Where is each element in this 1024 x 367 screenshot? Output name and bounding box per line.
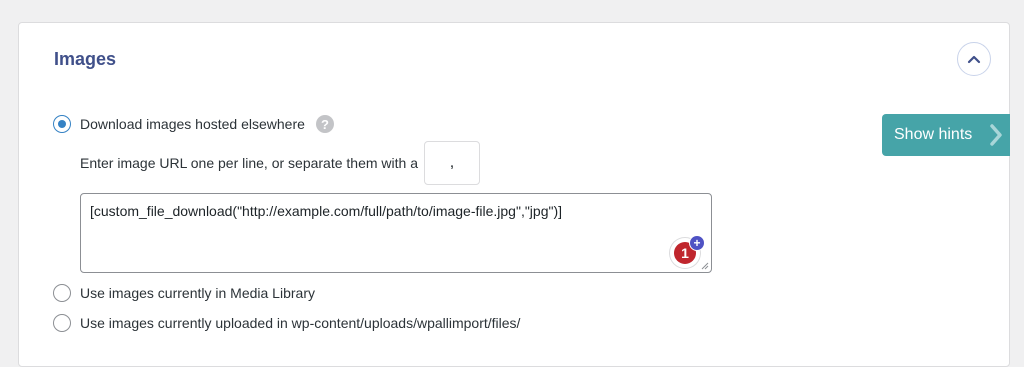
media-library-label: Use images currently in Media Library xyxy=(80,285,315,301)
option-uploaded-files[interactable]: Use images currently uploaded in wp-cont… xyxy=(53,314,520,332)
plus-icon: + xyxy=(689,235,705,251)
show-hints-label: Show hints xyxy=(894,126,973,143)
resize-grip-icon[interactable] xyxy=(701,262,709,270)
separator-input[interactable] xyxy=(424,141,480,185)
collapse-button[interactable] xyxy=(957,42,991,76)
separator-label: Enter image URL one per line, or separat… xyxy=(80,155,418,171)
chevron-right-icon xyxy=(990,124,1002,146)
image-url-textarea[interactable]: [custom_file_download("http://example.co… xyxy=(80,193,712,273)
images-panel: Images Download images hosted elsewhere … xyxy=(18,22,1010,367)
separator-row: Enter image URL one per line, or separat… xyxy=(80,141,480,185)
notification-badge[interactable]: 1 + xyxy=(670,235,705,268)
option-download-images[interactable]: Download images hosted elsewhere ? xyxy=(53,115,334,133)
option-media-library[interactable]: Use images currently in Media Library xyxy=(53,284,315,302)
uploaded-files-label: Use images currently uploaded in wp-cont… xyxy=(80,315,521,331)
uploaded-files-radio[interactable] xyxy=(53,314,71,332)
image-url-text: [custom_file_download("http://example.co… xyxy=(90,203,563,219)
show-hints-button[interactable]: Show hints xyxy=(882,114,1010,156)
section-title: Images xyxy=(54,49,117,69)
question-mark-icon[interactable]: ? xyxy=(315,115,334,133)
chevron-up-icon xyxy=(967,55,981,64)
media-library-radio[interactable] xyxy=(53,284,71,302)
download-images-radio[interactable] xyxy=(53,115,71,133)
download-images-label: Download images hosted elsewhere xyxy=(80,116,305,132)
